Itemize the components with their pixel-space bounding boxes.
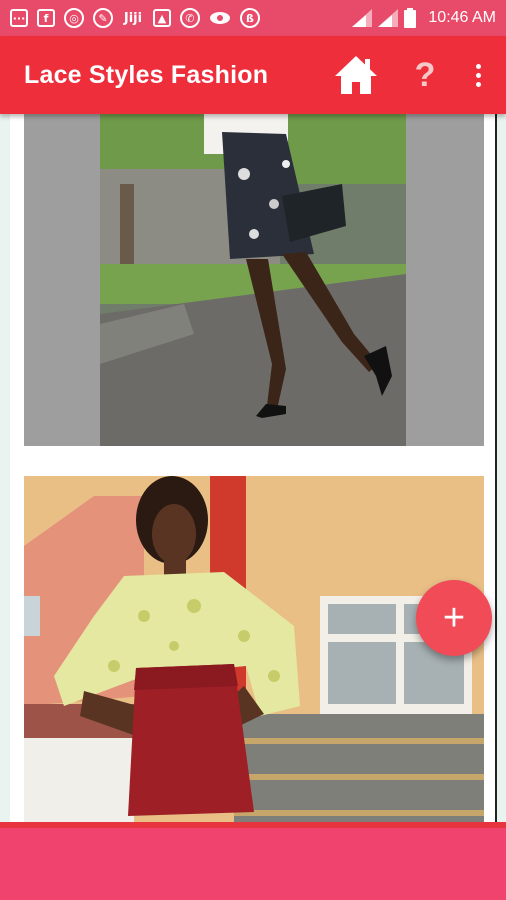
app-title: Lace Styles Fashion [24, 60, 269, 89]
scroll-indicator [495, 114, 497, 822]
fashion-photo [24, 476, 484, 822]
home-icon [335, 56, 377, 94]
dribbble-icon: ◎ [64, 8, 84, 28]
jiji-icon: Jiji [122, 7, 144, 29]
home-button[interactable] [326, 36, 386, 114]
status-time: 10:46 AM [428, 9, 496, 26]
gallery-image-card[interactable] [24, 114, 484, 446]
notification-icons: ··· f ◎ ✎ Jiji ▲ ✆ ß [10, 7, 260, 29]
gallery-icon: ▲ [153, 9, 171, 27]
battery-icon [404, 8, 417, 28]
app-bar-actions: ? [326, 36, 506, 114]
system-icons: 10:46 AM [352, 8, 496, 28]
add-fab-button[interactable]: + [416, 580, 492, 656]
opera-icon: ß [240, 8, 260, 28]
bottom-banner [0, 822, 506, 900]
signal-icon [378, 9, 399, 27]
plus-icon: + [442, 597, 466, 639]
list-edge [496, 114, 506, 822]
fashion-photo [24, 114, 484, 446]
overflow-menu-button[interactable] [458, 36, 498, 114]
image-list[interactable] [10, 114, 496, 822]
status-bar: ··· f ◎ ✎ Jiji ▲ ✆ ß 10:46 AM [0, 0, 506, 36]
signal-icon [352, 9, 373, 27]
more-vert-icon [475, 63, 481, 87]
eye-icon [209, 7, 231, 29]
help-button[interactable]: ? [402, 36, 448, 114]
chat-icon: ··· [10, 9, 28, 27]
compass-icon: ✎ [93, 8, 113, 28]
facebook-icon: f [37, 9, 55, 27]
gallery-image-card[interactable] [24, 476, 484, 822]
whatsapp-icon: ✆ [180, 8, 200, 28]
help-icon: ? [414, 55, 436, 94]
app-bar: Lace Styles Fashion ? [0, 36, 506, 114]
jiji-label: Jiji [123, 10, 143, 26]
